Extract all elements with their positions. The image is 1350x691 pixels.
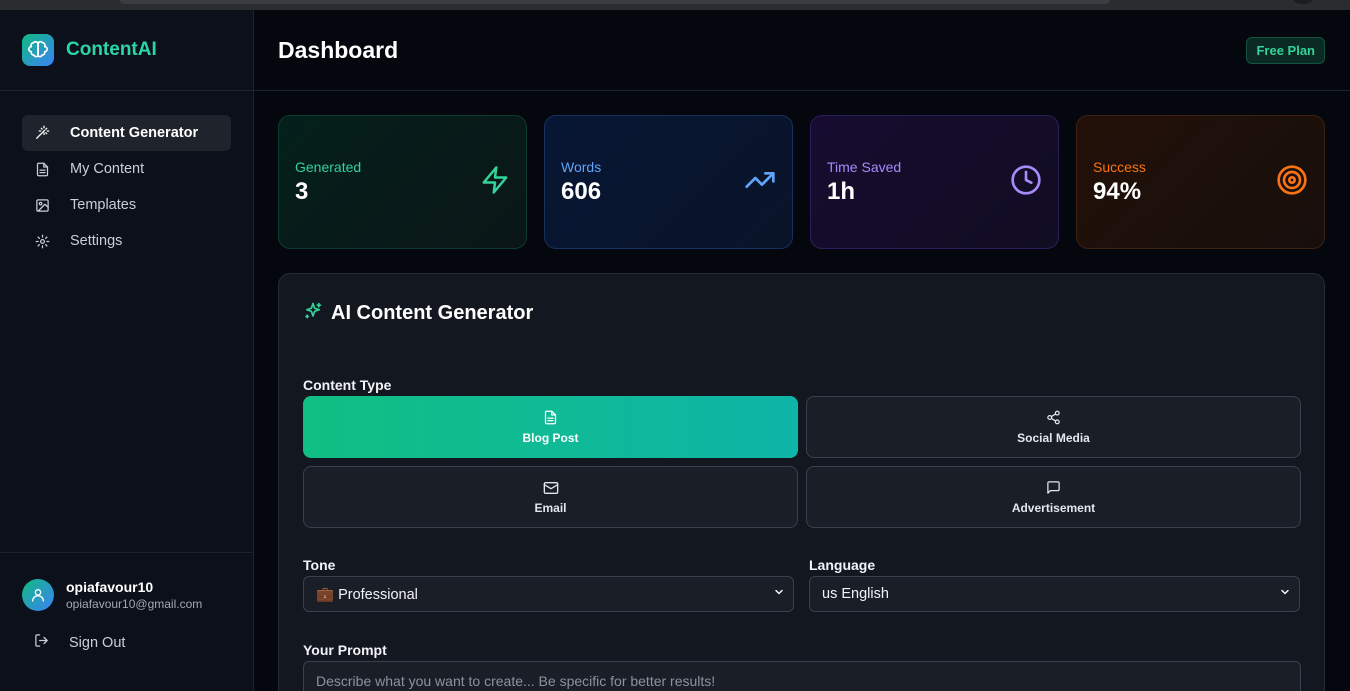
sidebar-item-templates[interactable]: Templates: [22, 187, 231, 223]
stat-value: 1h: [827, 177, 856, 205]
generator-title: AI Content Generator: [303, 301, 533, 326]
stat-card-generated: Generated 3: [278, 115, 527, 249]
plan-badge[interactable]: Free Plan: [1246, 36, 1325, 64]
sidebar-nav: Content Generator My Content Templates S…: [0, 91, 253, 259]
document-icon: [34, 161, 50, 177]
brand-name: ContentAI: [66, 39, 157, 60]
language-label: Language: [809, 557, 876, 573]
content-type-label-text: Blog Post: [522, 430, 579, 445]
document-icon: [543, 410, 558, 426]
stat-card-success: Success 94%: [1076, 115, 1325, 249]
sidebar: ContentAI Content Generator My Content T…: [0, 10, 254, 691]
main-content: Dashboard Free Plan Generated 3 Words 60…: [254, 10, 1350, 691]
sidebar-item-content-generator[interactable]: Content Generator: [22, 115, 231, 151]
tone-label: Tone: [303, 557, 336, 573]
sign-out-button[interactable]: Sign Out: [0, 611, 253, 652]
sign-out-label: Sign Out: [69, 634, 126, 651]
sidebar-item-label: Templates: [70, 197, 137, 213]
sidebar-item-settings[interactable]: Settings: [22, 223, 231, 259]
address-bar-edge: [120, 0, 1110, 4]
share-icon: [1046, 410, 1061, 426]
user-name: opiafavour10: [66, 579, 154, 595]
prompt-placeholder: Describe what you want to create... Be s…: [316, 673, 716, 689]
chevron-down-icon: [773, 586, 785, 602]
stat-value: 606: [561, 177, 602, 205]
mail-icon: [543, 480, 559, 496]
prompt-label: Your Prompt: [303, 642, 387, 658]
clock-icon: [1010, 164, 1042, 201]
sidebar-item-label: Settings: [70, 233, 123, 249]
ai-content-generator-card: AI Content Generator Content Type Blog P…: [278, 273, 1325, 691]
brain-icon: [22, 34, 54, 66]
user-profile[interactable]: opiafavour10 opiafavour10@gmail.com: [0, 553, 253, 611]
content-type-advertisement[interactable]: Advertisement: [806, 466, 1301, 528]
sidebar-footer: opiafavour10 opiafavour10@gmail.com Sign…: [0, 552, 253, 691]
log-out-icon: [34, 633, 49, 652]
profile-edge: [1292, 0, 1314, 4]
chevron-down-icon: [1279, 586, 1291, 602]
sparkles-icon: [303, 301, 323, 326]
language-select-value: us English: [822, 586, 889, 602]
trending-up-icon: [744, 164, 776, 201]
user-email: opiafavour10@gmail.com: [66, 597, 203, 611]
gear-icon: [34, 233, 50, 249]
sidebar-item-my-content[interactable]: My Content: [22, 151, 231, 187]
content-type-label-text: Email: [534, 500, 567, 515]
content-type-social-media[interactable]: Social Media: [806, 396, 1301, 458]
stat-label: Words: [561, 158, 602, 175]
avatar: [22, 579, 54, 611]
stat-label: Generated: [295, 158, 362, 175]
stats-row: Generated 3 Words 606 Time Saved 1h Succ…: [278, 115, 1325, 249]
stat-value: 3: [295, 177, 309, 205]
user-icon: [31, 589, 44, 602]
content-type-label-text: Social Media: [1017, 430, 1090, 445]
stat-card-words: Words 606: [544, 115, 793, 249]
stat-card-time-saved: Time Saved 1h: [810, 115, 1059, 249]
browser-top-strip: [0, 0, 1350, 10]
page-title: Dashboard: [278, 36, 399, 63]
page-header: Dashboard Free Plan: [254, 10, 1350, 91]
sidebar-item-label: My Content: [70, 161, 145, 177]
content-type-label-text: Advertisement: [1011, 500, 1096, 515]
brand[interactable]: ContentAI: [0, 10, 253, 91]
chat-bubble-icon: [1046, 480, 1061, 496]
prompt-textarea[interactable]: Describe what you want to create... Be s…: [303, 661, 1301, 691]
tone-select[interactable]: 💼 Professional: [303, 576, 794, 612]
content-type-blog-post[interactable]: Blog Post: [303, 396, 798, 458]
target-icon: [1276, 164, 1308, 201]
image-icon: [34, 197, 50, 213]
stat-value: 94%: [1093, 177, 1142, 205]
tone-select-value: 💼 Professional: [316, 586, 418, 603]
magic-wand-icon: [34, 125, 50, 141]
sidebar-item-label: Content Generator: [70, 125, 199, 141]
stat-label: Time Saved: [827, 158, 902, 175]
content-type-label: Content Type: [303, 377, 392, 393]
generator-title-text: AI Content Generator: [331, 302, 534, 324]
language-select[interactable]: us English: [809, 576, 1300, 612]
lightning-icon: [480, 165, 510, 200]
stat-label: Success: [1093, 158, 1146, 175]
content-type-email[interactable]: Email: [303, 466, 798, 528]
